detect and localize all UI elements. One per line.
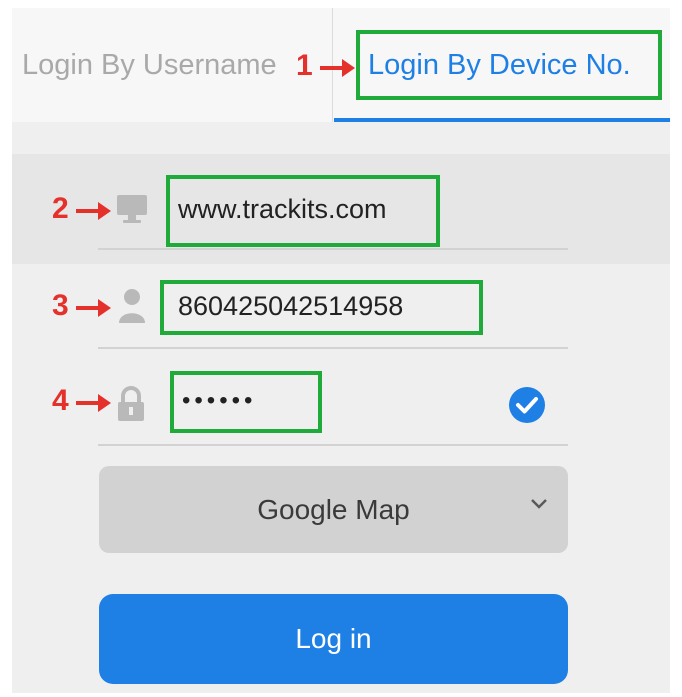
server-input[interactable]: www.trackits.com <box>178 194 387 225</box>
annotation-arrow-2 <box>76 202 111 220</box>
annotation-number-2: 2 <box>52 192 69 225</box>
annotation-arrow-4 <box>76 394 111 412</box>
chevron-down-icon <box>531 499 547 509</box>
active-tab-indicator <box>334 118 670 122</box>
map-type-select[interactable]: Google Map <box>99 466 568 553</box>
login-screen: Login By Username Login By Device No. 1 … <box>12 8 670 693</box>
password-input[interactable]: •••••• <box>182 387 256 415</box>
password-underline <box>98 444 568 446</box>
server-input-underline <box>98 248 568 250</box>
device-number-underline <box>98 347 568 349</box>
annotation-arrow-1 <box>320 59 355 77</box>
user-icon <box>119 289 145 323</box>
annotation-number-4: 4 <box>52 384 69 417</box>
annotation-arrow-3 <box>76 299 111 317</box>
login-button[interactable]: Log in <box>99 594 568 684</box>
tab-login-by-username[interactable]: Login By Username <box>22 8 277 122</box>
checkmark-circle-icon[interactable] <box>509 387 545 423</box>
annotation-number-3: 3 <box>52 289 69 322</box>
highlight-box-device-tab <box>356 30 662 100</box>
device-number-input[interactable]: 860425042514958 <box>178 291 403 322</box>
lock-icon <box>118 386 144 421</box>
annotation-number-1: 1 <box>296 49 313 82</box>
monitor-icon <box>117 195 147 223</box>
map-type-selected: Google Map <box>257 493 410 525</box>
